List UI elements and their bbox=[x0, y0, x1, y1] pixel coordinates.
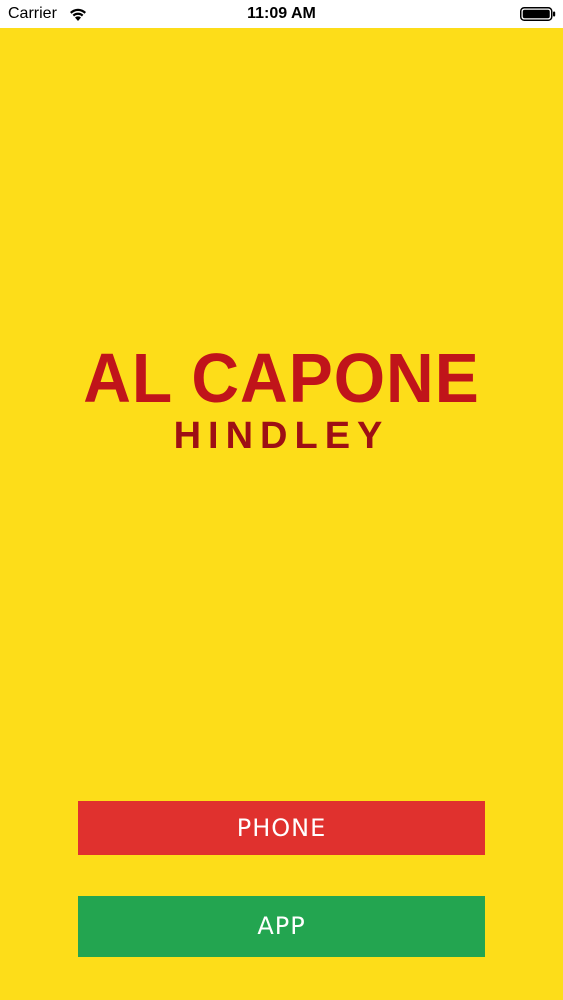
status-bar: Carrier 11:09 AM bbox=[0, 0, 563, 28]
clock: 11:09 AM bbox=[247, 5, 316, 22]
app-button[interactable]: APP bbox=[78, 896, 485, 957]
logo-title: AL CAPONE bbox=[83, 339, 480, 417]
brand-logo: AL CAPONE HINDLEY bbox=[0, 339, 563, 458]
battery-icon bbox=[520, 7, 556, 21]
logo-subtitle: HINDLEY bbox=[173, 415, 390, 457]
phone-button[interactable]: PHONE bbox=[78, 801, 485, 855]
splash-screen: Carrier 11:09 AM AL CAPONE HINDLEY PHONE… bbox=[0, 0, 563, 1000]
